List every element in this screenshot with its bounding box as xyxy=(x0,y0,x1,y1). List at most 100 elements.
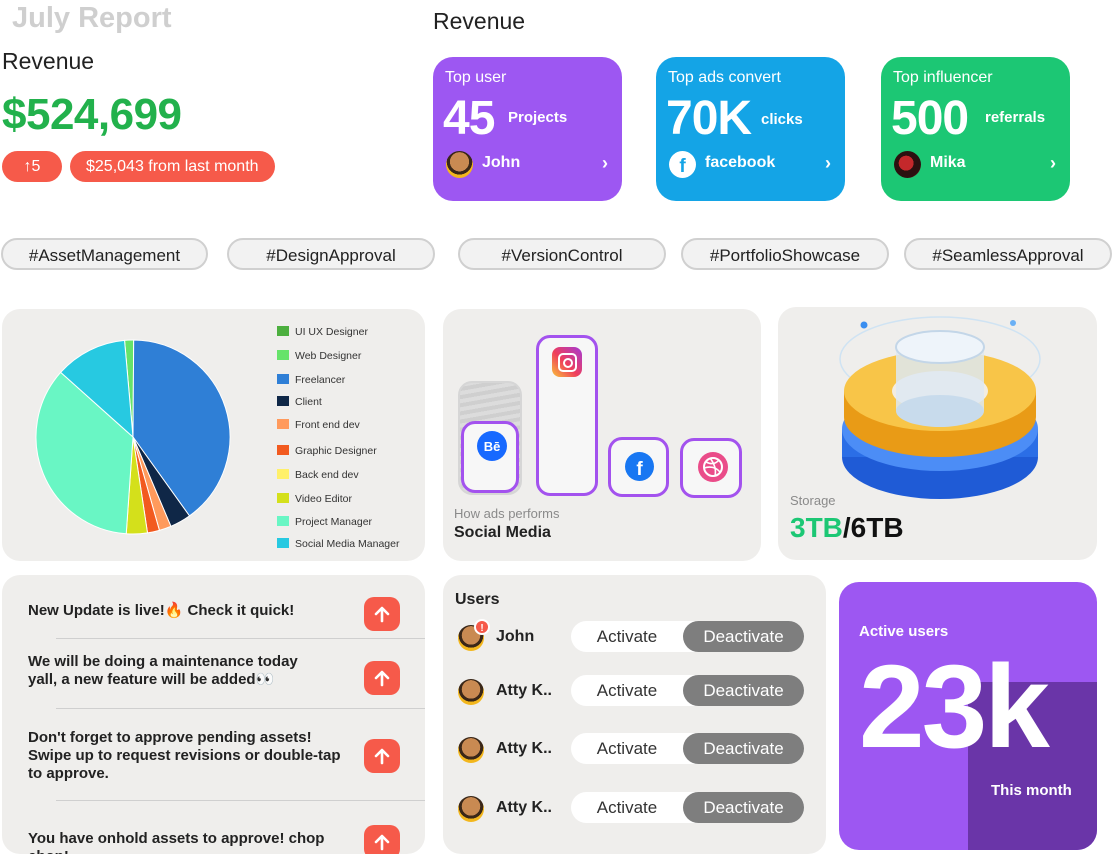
deactivate-button[interactable]: Deactivate xyxy=(683,675,804,706)
legend-swatch xyxy=(277,469,289,479)
social-media-panel: Bē f How ads performs Social Media xyxy=(443,309,761,561)
avatar xyxy=(894,151,921,178)
instagram-icon xyxy=(552,347,582,377)
user-status-toggle: Activate Deactivate xyxy=(571,675,804,706)
chevron-right-icon[interactable]: › xyxy=(825,153,831,174)
user-name: Atty K.. xyxy=(496,799,552,816)
legend-swatch xyxy=(277,350,289,360)
facebook-bar: f xyxy=(608,437,669,497)
storage-total: /6TB xyxy=(842,512,904,543)
legend-item: Front end dev xyxy=(277,419,360,433)
activate-button[interactable]: Activate xyxy=(571,675,683,706)
user-name: Atty K.. xyxy=(496,682,552,699)
legend-item: Freelancer xyxy=(277,374,345,388)
alert-badge: ! xyxy=(474,619,490,635)
legend-label: Project Manager xyxy=(295,516,373,528)
legend-item: Video Editor xyxy=(277,493,352,507)
deactivate-button[interactable]: Deactivate xyxy=(683,733,804,764)
legend-swatch xyxy=(277,516,289,526)
avatar xyxy=(458,679,484,705)
storage-label: Storage xyxy=(790,493,836,508)
legend-swatch xyxy=(277,396,289,406)
from-last-month-badge: $25,043 from last month xyxy=(70,151,275,182)
user-status-toggle: Activate Deactivate xyxy=(571,621,804,652)
card-unit: Projects xyxy=(508,109,568,126)
legend-label: Back end dev xyxy=(295,469,359,481)
social-title: Social Media xyxy=(454,524,551,541)
dribbble-bar xyxy=(680,438,742,498)
legend-swatch xyxy=(277,538,289,548)
legend-item: Project Manager xyxy=(277,516,372,530)
active-users-value: 23k xyxy=(859,641,1050,773)
card-person: Mika xyxy=(930,154,966,171)
legend-label: Web Designer xyxy=(295,350,362,362)
top-ads-convert-card[interactable]: Top ads convert 70K clicks f facebook › xyxy=(656,57,845,201)
active-users-card: Active users 23k This month xyxy=(839,582,1097,850)
arrow-up-button[interactable] xyxy=(364,661,400,695)
activate-button[interactable]: Activate xyxy=(571,733,683,764)
tag-portfolio-showcase[interactable]: #PortfolioShowcase xyxy=(681,238,889,270)
legend-label: Client xyxy=(295,396,322,408)
legend-label: UI UX Designer xyxy=(295,326,368,338)
user-name: John xyxy=(496,628,535,645)
tag-seamless-approval[interactable]: #SeamlessApproval xyxy=(904,238,1112,270)
notification-text: We will be doing a maintenance today yal… xyxy=(28,653,298,688)
facebook-icon: f xyxy=(625,452,654,481)
deactivate-button[interactable]: Deactivate xyxy=(683,621,804,652)
notification-text: Don't forget to approve pending assets! … xyxy=(28,729,341,782)
legend-item: Web Designer xyxy=(277,350,361,364)
chevron-right-icon[interactable]: › xyxy=(1050,153,1056,174)
deactivate-button[interactable]: Deactivate xyxy=(683,792,804,823)
users-title: Users xyxy=(455,591,500,608)
legend-swatch xyxy=(277,374,289,384)
activate-button[interactable]: Activate xyxy=(571,621,683,652)
legend-label: Video Editor xyxy=(295,493,353,505)
instagram-bar xyxy=(536,335,598,496)
arrow-up-button[interactable] xyxy=(364,739,400,773)
legend-swatch xyxy=(277,326,289,336)
top-user-card[interactable]: Top user 45 Projects John › xyxy=(433,57,622,201)
behance-bar-fill: Bē xyxy=(461,421,519,493)
user-status-toggle: Activate Deactivate xyxy=(571,733,804,764)
card-unit: clicks xyxy=(761,111,803,128)
legend-swatch xyxy=(277,419,289,429)
tag-design-approval[interactable]: #DesignApproval xyxy=(227,238,435,270)
arrow-up-button[interactable] xyxy=(364,597,400,631)
pie-chart-panel: UI UX Designer Web Designer Freelancer Clie… xyxy=(2,309,425,561)
growth-badge: ↑5 xyxy=(2,151,62,182)
divider xyxy=(56,638,425,639)
storage-panel: Storage 3TB/6TB xyxy=(778,307,1097,560)
legend-item: UI UX Designer xyxy=(277,326,368,340)
active-users-label: Active users xyxy=(859,623,949,640)
card-label: Top ads convert xyxy=(668,69,781,86)
dribbble-icon xyxy=(698,452,728,482)
legend-label: Front end dev xyxy=(295,419,360,431)
tag-asset-management[interactable]: #AssetManagement xyxy=(1,238,208,270)
arrow-up-icon xyxy=(374,606,390,623)
legend-label: Graphic Designer xyxy=(295,445,377,457)
revenue-heading: Revenue xyxy=(2,48,95,74)
top-influencer-card[interactable]: Top influencer 500 referrals Mika › xyxy=(881,57,1070,201)
legend-item: Social Media Manager xyxy=(277,538,399,552)
storage-value: 3TB/6TB xyxy=(790,512,904,544)
card-value: 45 xyxy=(443,92,495,145)
revenue-amount: $524,699 xyxy=(2,90,182,139)
activate-button[interactable]: Activate xyxy=(571,792,683,823)
legend-label: Social Media Manager xyxy=(295,538,400,550)
card-label: Top influencer xyxy=(893,69,993,86)
card-value: 500 xyxy=(891,92,969,145)
facebook-icon: f xyxy=(669,151,696,178)
legend-item: Back end dev xyxy=(277,469,359,483)
card-label: Top user xyxy=(445,69,507,86)
tag-version-control[interactable]: #VersionControl xyxy=(458,238,666,270)
legend-label: Freelancer xyxy=(295,374,346,386)
card-person: facebook xyxy=(705,154,776,171)
legend-swatch xyxy=(277,493,289,503)
divider xyxy=(56,708,425,709)
chevron-right-icon[interactable]: › xyxy=(602,153,608,174)
behance-icon: Bē xyxy=(477,431,507,461)
arrow-up-button[interactable] xyxy=(364,825,400,854)
notification-text: You have onhold assets to approve! chop … xyxy=(28,830,325,854)
arrow-up-icon xyxy=(374,834,390,851)
divider xyxy=(56,800,425,801)
